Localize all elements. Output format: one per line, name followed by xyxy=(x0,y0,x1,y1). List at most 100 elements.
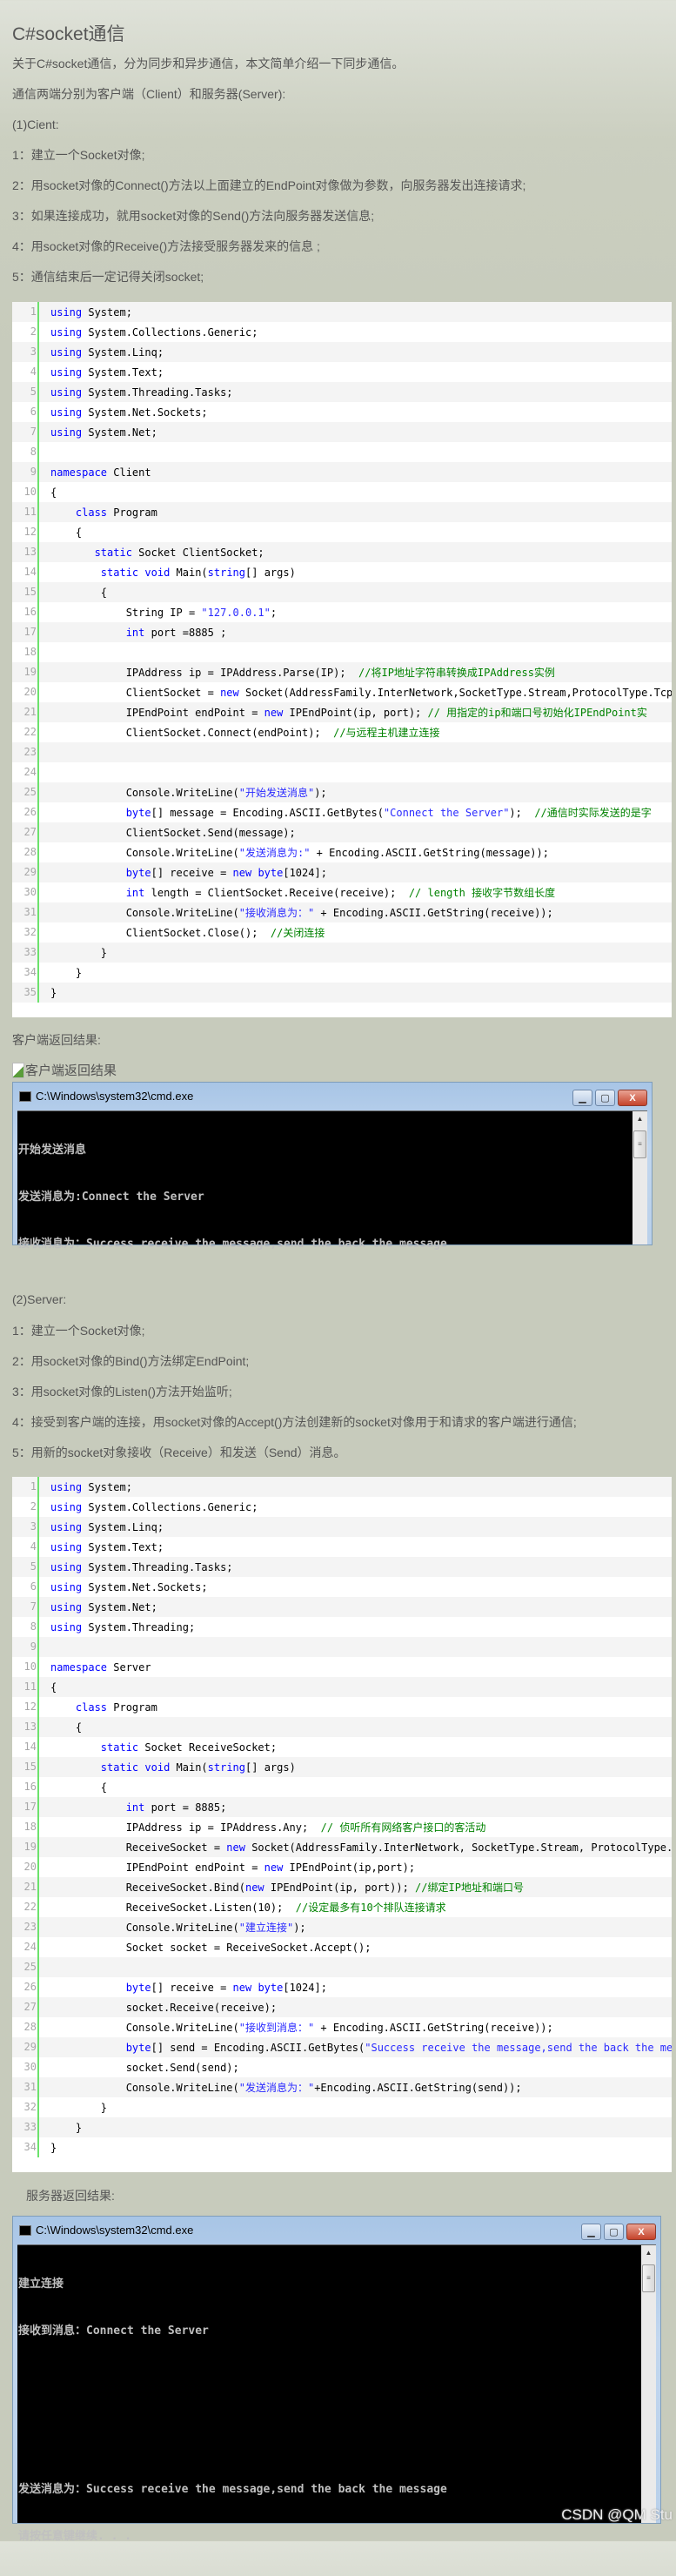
line-number: 5 xyxy=(12,382,39,402)
scrollbar[interactable]: ▲ ≡ xyxy=(632,1111,647,1244)
scroll-thumb[interactable]: ≡ xyxy=(633,1130,646,1158)
code-line: 14 static void Main(string[] args) xyxy=(12,562,672,582)
line-number: 12 xyxy=(12,1697,39,1717)
maximize-button[interactable]: ▢ xyxy=(595,1090,615,1106)
code-text: using System.Text; xyxy=(39,366,164,379)
console-line: 发送消息为：Success receive the message,send t… xyxy=(18,2483,447,2496)
code-line: 15 { xyxy=(12,582,672,602)
keyword-token: static xyxy=(100,1741,139,1754)
close-button[interactable]: X xyxy=(618,1090,647,1106)
code-text: int length = ClientSocket.Receive(receiv… xyxy=(39,885,555,900)
code-token: + Encoding.ASCII.GetString(receive)); xyxy=(314,2022,553,2034)
scrollbar[interactable]: ▲ ≡ xyxy=(641,2245,656,2523)
keyword-token: using xyxy=(50,1560,83,1573)
line-number: 29 xyxy=(12,862,39,882)
string-token: "发送消息为:" xyxy=(238,847,311,859)
code-text: Console.WriteLine("接收到消息：" + Encoding.AS… xyxy=(39,2020,553,2035)
code-line: 12 class Program xyxy=(12,1697,672,1717)
code-line: 23 Console.WriteLine("建立连接"); xyxy=(12,1917,672,1937)
line-number: 8 xyxy=(12,442,39,462)
line-number: 22 xyxy=(12,1897,39,1917)
line-number: 24 xyxy=(12,1937,39,1957)
code-line: 1 using System; xyxy=(12,302,672,322)
line-number: 30 xyxy=(12,2057,39,2077)
code-token: + Encoding.ASCII.GetString(receive)); xyxy=(314,907,553,919)
scroll-up-arrow-icon[interactable]: ▲ xyxy=(641,2245,656,2260)
line-number: 25 xyxy=(12,1957,39,1977)
client-step: 5：通信结束后一定记得关闭socket; xyxy=(12,270,204,284)
code-token: ClientSocket = xyxy=(50,686,221,699)
code-text: using System.Text; xyxy=(39,1541,164,1553)
close-button[interactable]: X xyxy=(626,2224,656,2240)
code-line: 26 byte[] receive = new byte[1024]; xyxy=(12,1977,672,1997)
code-text: socket.Send(send); xyxy=(39,2062,239,2074)
server-result-label: 服务器返回结果: xyxy=(26,2189,115,2203)
maximize-button[interactable]: ▢ xyxy=(604,2224,624,2240)
code-text: using System.Threading.Tasks; xyxy=(39,1561,233,1573)
code-token: [] receive = xyxy=(151,1981,233,1994)
cmd-icon xyxy=(19,2224,31,2236)
code-text: } xyxy=(39,987,57,999)
line-number: 27 xyxy=(12,1997,39,2017)
keyword-token: new xyxy=(226,1841,245,1854)
code-line: 10 namespace Server xyxy=(12,1657,672,1677)
code-line: 15 static void Main(string[] args) xyxy=(12,1757,672,1777)
comment-token: //关闭连接 xyxy=(270,927,325,939)
scroll-up-arrow-icon[interactable]: ▲ xyxy=(632,1111,647,1126)
minimize-button[interactable]: ▁ xyxy=(572,1090,592,1106)
line-number: 4 xyxy=(12,362,39,382)
code-line: 4 using System.Text; xyxy=(12,1537,672,1557)
console-line: 建立连接 xyxy=(18,2277,64,2291)
code-text: byte[] receive = new byte[1024]; xyxy=(39,867,327,879)
line-number: 32 xyxy=(12,2097,39,2117)
console-title-bar[interactable]: C:\Windows\system32\cmd.exe xyxy=(13,1083,652,1110)
comment-token: // length 接收字节数组长度 xyxy=(408,887,556,899)
server-code-block: 1 using System; 2 using System.Collections.… xyxy=(12,1477,672,2172)
code-token: } xyxy=(50,2141,57,2154)
code-text: using System.Net; xyxy=(39,426,157,439)
code-text: String IP = "127.0.0.1"; xyxy=(39,607,277,619)
code-token: IPEndPoint(ip, port); xyxy=(283,707,428,719)
code-token: System.Text; xyxy=(82,1540,164,1553)
code-text: using System.Collections.Generic; xyxy=(39,326,258,339)
code-text: static Socket ClientSocket; xyxy=(39,547,264,559)
line-number: 6 xyxy=(12,1577,39,1597)
code-line: 3 using System.Linq; xyxy=(12,342,672,362)
code-line: 32 ClientSocket.Close(); //关闭连接 xyxy=(12,922,672,943)
code-text: IPEndPoint endPoint = new IPEndPoint(ip,… xyxy=(39,705,647,720)
line-number: 28 xyxy=(12,842,39,862)
code-token: socket.Send(send); xyxy=(50,2061,239,2074)
code-text: static void Main(string[] args) xyxy=(39,567,296,579)
code-token: [1024]; xyxy=(283,866,327,879)
code-token: String IP = xyxy=(50,606,202,619)
code-token: } xyxy=(50,2101,108,2114)
code-line: 26 byte[] message = Encoding.ASCII.GetBy… xyxy=(12,802,672,822)
cmd-icon xyxy=(19,1090,31,1102)
code-line: 7 using System.Net; xyxy=(12,1597,672,1617)
code-line: 7 using System.Net; xyxy=(12,422,672,442)
code-text: Console.WriteLine("开始发送消息"); xyxy=(39,785,327,800)
code-text: using System; xyxy=(39,306,132,319)
code-line: 24 xyxy=(12,762,672,782)
code-token: Socket socket = ReceiveSocket.Accept(); xyxy=(50,1941,371,1954)
keyword-token: new xyxy=(264,707,284,719)
line-number: 23 xyxy=(12,1917,39,1937)
line-number: 8 xyxy=(12,1617,39,1637)
code-token: { xyxy=(50,586,108,599)
keyword-token: using xyxy=(50,426,83,439)
code-line: 2 using System.Collections.Generic; xyxy=(12,1497,672,1517)
console-line: 接收消息为：Success receive the message,send t… xyxy=(18,1238,447,1251)
code-token: Console.WriteLine( xyxy=(50,787,239,799)
keyword-token: int xyxy=(125,626,145,639)
code-text: } xyxy=(39,967,82,979)
code-text: static Socket ReceiveSocket; xyxy=(39,1741,277,1754)
minimize-button[interactable]: ▁ xyxy=(581,2224,601,2240)
line-number: 10 xyxy=(12,482,39,502)
scroll-thumb[interactable]: ≡ xyxy=(642,2264,655,2292)
console-title-bar[interactable]: C:\Windows\system32\cmd.exe xyxy=(13,2217,660,2244)
code-text: Console.WriteLine("发送消息为："+Encoding.ASCI… xyxy=(39,2080,522,2095)
line-number: 34 xyxy=(12,963,39,983)
code-token: Socket(AddressFamily.InterNetwork, Socke… xyxy=(244,1841,672,1854)
keyword-token: string xyxy=(207,566,246,579)
